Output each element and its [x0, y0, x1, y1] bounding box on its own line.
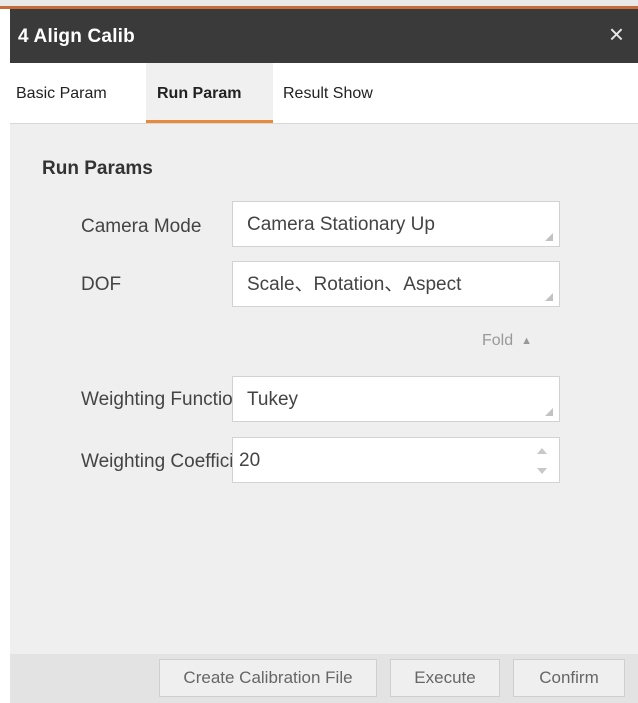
spin-up-icon[interactable] [537, 448, 547, 454]
dialog-footer: Create Calibration File Execute Confirm [10, 654, 638, 703]
tab-basic-param[interactable]: Basic Param [10, 63, 146, 123]
resize-grip-icon [545, 293, 553, 301]
fold-toggle[interactable]: Fold ▲ [482, 332, 532, 350]
weighting-coefficient-value: 20 [239, 450, 261, 471]
dof-select[interactable]: Scale、Rotation、Aspect [232, 261, 560, 307]
dialog-title-bar: 4 Align Calib × [10, 9, 638, 63]
run-params-panel: Run Params Camera Mode Camera Stationary… [10, 124, 638, 654]
dof-label: DOF [81, 274, 122, 295]
resize-grip-icon [545, 408, 553, 416]
tab-bar: Basic Param Run Param Result Show [10, 63, 638, 124]
confirm-button[interactable]: Confirm [513, 659, 625, 697]
resize-grip-icon [545, 233, 553, 241]
fold-label: Fold [482, 332, 514, 349]
tab-result-show[interactable]: Result Show [273, 63, 403, 123]
chevron-up-icon: ▲ [521, 335, 533, 347]
execute-button[interactable]: Execute [390, 659, 500, 697]
weighting-function-value: Tukey [247, 389, 299, 410]
weighting-function-label: Weighting Function [81, 389, 243, 410]
weighting-function-select[interactable]: Tukey [232, 376, 560, 422]
top-accent-line [0, 0, 638, 9]
close-icon[interactable]: × [609, 21, 624, 47]
create-calibration-file-button[interactable]: Create Calibration File [159, 659, 377, 697]
camera-mode-value: Camera Stationary Up [247, 214, 435, 235]
tab-run-param[interactable]: Run Param [146, 63, 273, 123]
spin-down-icon[interactable] [537, 468, 547, 474]
weighting-coefficient-stepper[interactable]: 20 [232, 437, 560, 483]
dialog-title: 4 Align Calib [18, 26, 135, 47]
weighting-coefficient-label: Weighting Coefficient [81, 451, 243, 472]
section-title: Run Params [42, 158, 153, 179]
camera-mode-select[interactable]: Camera Stationary Up [232, 201, 560, 247]
dof-value: Scale、Rotation、Aspect [247, 274, 462, 295]
camera-mode-label: Camera Mode [81, 216, 202, 237]
spin-buttons[interactable] [537, 446, 547, 476]
